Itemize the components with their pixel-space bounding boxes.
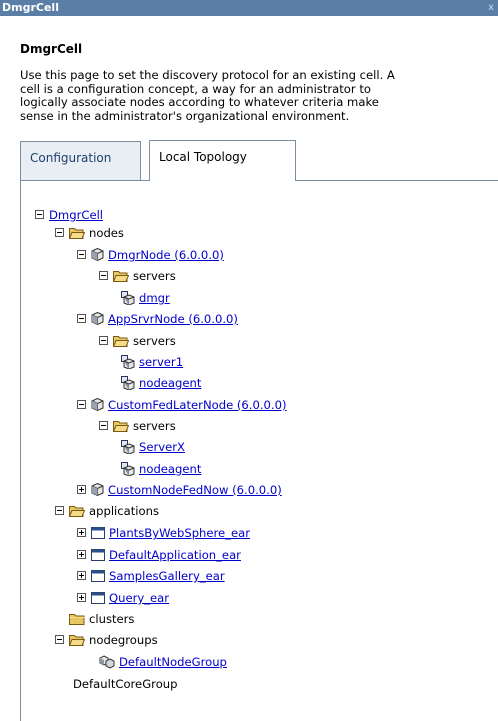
collapse-toggle-icon[interactable] <box>55 228 64 237</box>
tree-item-application: DefaultApplication_ear <box>77 547 241 563</box>
customfedlater-node-link[interactable]: CustomFedLaterNode (6.0.0.0) <box>108 398 287 412</box>
description-line: logically associate nodes according to w… <box>20 95 379 109</box>
nodegroups-label: nodegroups <box>89 633 158 647</box>
application-icon <box>91 549 105 561</box>
tree-item-dmgr-node: DmgrNode (6.0.0.0) <box>77 247 224 263</box>
server-link-nodeagent[interactable]: nodeagent <box>139 376 201 390</box>
tree-item-clusters: clusters <box>69 611 134 627</box>
tree-item-servers: servers <box>99 268 176 284</box>
topology-panel: DmgrCell nodes DmgrNode (6.0.0.0) server… <box>20 180 498 721</box>
servers-label: servers <box>133 334 176 348</box>
dmgr-node-link[interactable]: DmgrNode (6.0.0.0) <box>108 248 224 262</box>
collapse-toggle-icon[interactable] <box>35 210 44 219</box>
application-icon <box>91 527 105 539</box>
application-link[interactable]: Query_ear <box>109 591 169 605</box>
tree-item-customfedlater-node: CustomFedLaterNode (6.0.0.0) <box>77 397 287 413</box>
node-icon <box>91 483 104 496</box>
tree-item-cell: DmgrCell <box>35 207 103 223</box>
collapse-toggle-icon[interactable] <box>77 400 86 409</box>
window-titlebar: DmgrCell x <box>0 0 498 16</box>
expand-toggle-icon[interactable] <box>77 528 86 537</box>
tree-item-servers: servers <box>99 333 176 349</box>
tree-item-servers: servers <box>99 418 176 434</box>
open-folder-icon <box>113 335 129 347</box>
tab-configuration[interactable]: Configuration <box>20 141 141 180</box>
node-icon <box>91 248 104 261</box>
window-title: DmgrCell <box>2 1 59 14</box>
tree-item-server: dmgr <box>121 290 170 306</box>
tree-item-server: nodeagent <box>121 461 201 477</box>
open-folder-icon <box>113 420 129 432</box>
customnodefednow-link[interactable]: CustomNodeFedNow (6.0.0.0) <box>108 483 282 497</box>
collapse-toggle-icon[interactable] <box>99 421 108 430</box>
tree-item-server: ServerX <box>121 439 185 455</box>
server-link-dmgr[interactable]: dmgr <box>139 291 170 305</box>
server-link-server1[interactable]: server1 <box>139 355 183 369</box>
nodegroup-icon <box>99 655 115 669</box>
server-icon <box>121 291 135 305</box>
tree-item-server: nodeagent <box>121 375 201 391</box>
description-line: cell is a configuration concept, a way f… <box>20 81 371 96</box>
page-description: Use this page to set the discovery proto… <box>20 68 498 123</box>
tree-item-core-group: DefaultCoreGroup <box>73 676 178 692</box>
tree-item-server: server1 <box>121 354 183 370</box>
server-icon <box>121 462 135 476</box>
collapse-toggle-icon[interactable] <box>55 506 64 515</box>
server-link-serverx[interactable]: ServerX <box>139 440 185 454</box>
collapse-toggle-icon[interactable] <box>77 314 86 323</box>
application-icon <box>91 570 105 582</box>
tree-item-customnodefednow: CustomNodeFedNow (6.0.0.0) <box>77 482 282 498</box>
description-line: sense in the administrator's organizatio… <box>20 108 350 123</box>
server-icon <box>121 440 135 454</box>
clusters-label: clusters <box>89 612 135 626</box>
collapse-toggle-icon[interactable] <box>99 271 108 280</box>
application-link[interactable]: SamplesGallery_ear <box>109 569 225 583</box>
expand-toggle-icon[interactable] <box>77 550 86 559</box>
server-icon <box>121 355 135 369</box>
close-icon[interactable]: x <box>488 0 494 16</box>
server-icon <box>121 376 135 390</box>
open-folder-icon <box>69 505 85 517</box>
closed-folder-icon <box>69 613 85 625</box>
tree-item-application: Query_ear <box>77 590 169 606</box>
tree-item-application: PlantsByWebSphere_ear <box>77 525 250 541</box>
tab-bar: Configuration Local Topology <box>20 140 498 181</box>
nodes-label: nodes <box>89 226 124 240</box>
cell-link[interactable]: DmgrCell <box>49 208 103 222</box>
tree-item-applications: applications <box>55 503 159 519</box>
expand-toggle-icon[interactable] <box>77 593 86 602</box>
appsrvr-node-link[interactable]: AppSrvrNode (6.0.0.0) <box>108 312 238 326</box>
application-link[interactable]: PlantsByWebSphere_ear <box>109 526 250 540</box>
open-folder-icon <box>113 270 129 282</box>
page-title: DmgrCell <box>20 42 83 56</box>
expand-toggle-icon[interactable] <box>77 485 86 494</box>
applications-label: applications <box>89 504 159 518</box>
tree-item-nodegroup: DefaultNodeGroup <box>99 654 227 670</box>
node-icon <box>91 398 104 411</box>
core-group-label: DefaultCoreGroup <box>73 677 178 691</box>
collapse-toggle-icon[interactable] <box>77 250 86 259</box>
tree-item-application: SamplesGallery_ear <box>77 568 225 584</box>
nodegroup-link[interactable]: DefaultNodeGroup <box>119 655 227 669</box>
tree-item-nodegroups: nodegroups <box>55 632 158 648</box>
description-line: Use this page to set the discovery proto… <box>20 68 395 82</box>
servers-label: servers <box>133 269 176 283</box>
expand-toggle-icon[interactable] <box>77 571 86 580</box>
application-icon <box>91 592 105 604</box>
open-folder-icon <box>69 634 85 646</box>
servers-label: servers <box>133 419 176 433</box>
application-link[interactable]: DefaultApplication_ear <box>109 548 241 562</box>
node-icon <box>91 312 104 325</box>
tab-local-topology[interactable]: Local Topology <box>149 140 296 181</box>
tree-item-appsrvr-node: AppSrvrNode (6.0.0.0) <box>77 311 238 327</box>
tree-item-nodes: nodes <box>55 225 124 241</box>
collapse-toggle-icon[interactable] <box>55 635 64 644</box>
collapse-toggle-icon[interactable] <box>99 336 108 345</box>
open-folder-icon <box>69 227 85 239</box>
server-link-nodeagent[interactable]: nodeagent <box>139 462 201 476</box>
